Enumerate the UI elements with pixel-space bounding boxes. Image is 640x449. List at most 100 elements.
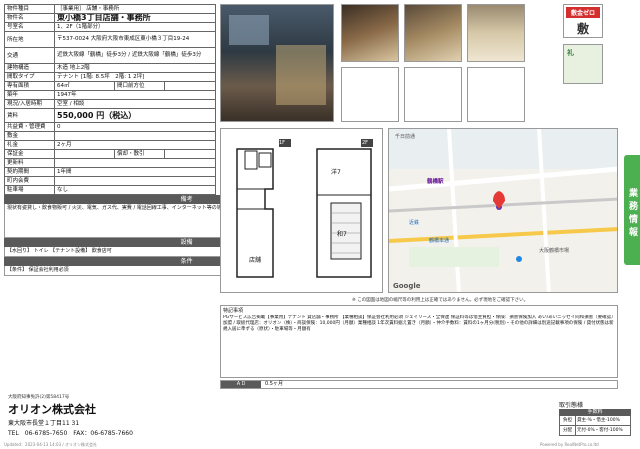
spec-key: 建物構造 [4,63,55,73]
spec-key: 交通 [4,47,55,64]
spec-value: 1、2F（1階部分） [54,22,216,32]
spec-row: 交通 近鉄大阪線「鶴橋」徒歩3分 / 近鉄大阪線「鶴橋」徒歩3分 [4,47,216,64]
spec-key: 保証金 [4,149,55,159]
japanese-room-label: 和7 [337,231,347,238]
spec-value [164,81,216,91]
company-phone: TEL 06-6785-7650 FAX：06-6785-7660 [8,430,133,437]
spec-row: 契約期間 1年間 [4,167,216,177]
spec-value: 0 [54,122,216,132]
spec-row: 駐車場 なし [4,185,216,195]
floor-1-label: 1F [279,140,286,146]
empty-photo-slot-3 [467,67,525,122]
spec-key: 物件名 [4,13,55,23]
storefront-photo [220,4,334,122]
spec-key: 賃料 [4,108,55,123]
map-note: ※ この図面は地図の縮尺等の利用上は正確ではありません。必ず現地をご確認下さい。 [352,298,529,303]
spec-value: ［事業用］ 店舗・事務所 [54,4,216,14]
spec-key: 現況/入居時期 [4,99,55,109]
spec-value: 空室 / 相談 [54,99,216,109]
spec-key: 専有面積 [4,81,55,91]
spec-value: 〒537-0024 大阪府大阪市東成区東小橋３丁目19-24 [54,31,216,48]
ad-row: ＡＤ 0.5ヶ月 [220,380,618,389]
spec-row: 物件名 東小橋3丁目店舗・事務所 [4,13,216,23]
spec-value: 550,000 円（税込） [54,108,216,123]
fee-table: 取引態様 手数料 負担 貸主-%・借主-100% 分配 元付-0%・客付-100… [559,400,631,436]
spec-value: 東小橋3丁目店舗・事務所 [54,13,216,23]
spec-value: 1年間 [54,167,216,177]
spec-row: 築年 1947年 [4,90,216,100]
spec-row: 専有面積 64㎡ 間口前方位 [4,81,216,91]
spec-row: 間取タイプ テナント [1階: 8.5坪 2階: 1 2坪] [4,72,216,82]
spec-key: 物件種目 [4,4,55,14]
spec-value: 1947年 [54,90,216,100]
google-logo: Google [393,282,421,290]
spec-value: 2ヶ月 [54,140,216,150]
floor-plan-drawing [236,139,373,278]
spec-value: なし [54,185,216,195]
spec-key: 敷金 [4,131,55,141]
company-address: 東大阪市長堂１丁目11 31 [8,420,80,427]
spec-value: 64㎡ [54,81,115,91]
spec-row: 町内会費 [4,176,216,186]
company-block: 大阪府知事免許(2)第58417号 オリオン株式会社 東大阪市長堂１丁目11 3… [8,394,308,437]
spec-row: 所在地 〒537-0024 大阪府大阪市東成区東小橋３丁目19-24 [4,31,216,48]
spec-key: 築年 [4,90,55,100]
company-name: オリオン株式会社 [8,403,96,416]
western-room-label: 洋7 [331,169,341,176]
fee-title: 取引態様 [559,402,584,409]
mini-map: 礼 [563,44,603,84]
toilet-photo [467,4,525,62]
floor-plan: 1F 2F 店舗 洋7 和7 [220,128,383,293]
map-label-railway: 近鉄 [409,220,420,226]
spec-key: 礼金 [4,140,55,150]
footer-powered: Powered by RealNetPro.co.ltd [540,442,599,447]
spec-value: 木造 地上2階 [54,63,216,73]
spec-row: 現況/入居時期 空室 / 相談 [4,99,216,109]
spec-key: 駐車場 [4,185,55,195]
spec-row: 敷金 [4,131,216,141]
map-label-street: 鶴橋本通 [429,238,450,244]
spec-row: 物件種目 ［事業用］ 店舗・事務所 [4,4,216,14]
fee-row-share: 分配 元付-0%・客付-100% [559,426,631,436]
special-notes-text: PGサービス広告掲載【事業用】テナント 貸店舗・事務所 【業種相談】保証会社利用… [223,315,614,332]
spec-row: 保証金 償却・敷引 [4,149,216,159]
spec-key: 町内会費 [4,176,55,186]
spec-row: 建物構造 木造 地上2階 [4,63,216,73]
spec-row: 更新料 [4,158,216,168]
license-number: 大阪府知事免許(2)第58417号 [8,395,70,400]
spec-value [54,176,216,186]
location-map[interactable]: 千日前通 鶴橋駅 近鉄 鶴橋本通 大阪鶴橋市場 Google [388,128,618,293]
spec-key: 間口前方位 [114,81,165,91]
map-label-road: 千日前通 [395,134,416,140]
interior-photo-2 [404,4,462,62]
footer-updated: Updated：2023-04-13 14:03 / オリオン株式会社 [4,442,97,447]
spec-value: テナント [1階: 8.5坪 2階: 1 2坪] [54,72,216,82]
spec-row: 礼金 2ヶ月 [4,140,216,150]
business-info-tab[interactable]: 業務情報 [624,155,640,265]
spec-value [54,158,216,168]
floor-2-label: 2F [362,140,369,146]
empty-photo-slot-2 [404,67,462,122]
map-drawing [389,129,617,292]
fee-row-burden: 負担 貸主-%・借主-100% [559,416,631,426]
map-label-market: 大阪鶴橋市場 [539,248,570,254]
map-label-station: 鶴橋駅 [427,179,444,185]
spec-key: 間取タイプ [4,72,55,82]
spec-row: 共益費・管理費 0 [4,122,216,132]
spec-table: 物件種目 ［事業用］ 店舗・事務所 物件名 東小橋3丁目店舗・事務所 号室名 1、2F（1… [4,4,216,195]
spec-key: 更新料 [4,158,55,168]
spec-key: 号室名 [4,22,55,32]
shop-room-label: 店舗 [249,257,262,264]
special-notes-title: 特記事項 [223,308,244,314]
spec-key: 所在地 [4,31,55,48]
spec-key: 共益費・管理費 [4,122,55,132]
ad-value: 0.5ヶ月 [265,381,283,387]
spec-value [54,131,216,141]
ad-label: ＡＤ [221,381,261,388]
fee-subtitle: 手数料 [559,409,631,416]
zero-deposit-badge: 敷金ゼロ 敷 [563,4,603,38]
empty-photo-slot-1 [341,67,399,122]
special-notes: 特記事項 PGサービス広告掲載【事業用】テナント 貸店舗・事務所 【業種相談】保… [220,305,618,378]
spec-row: 号室名 1、2F（1階部分） [4,22,216,32]
interior-photo-1 [341,4,399,62]
